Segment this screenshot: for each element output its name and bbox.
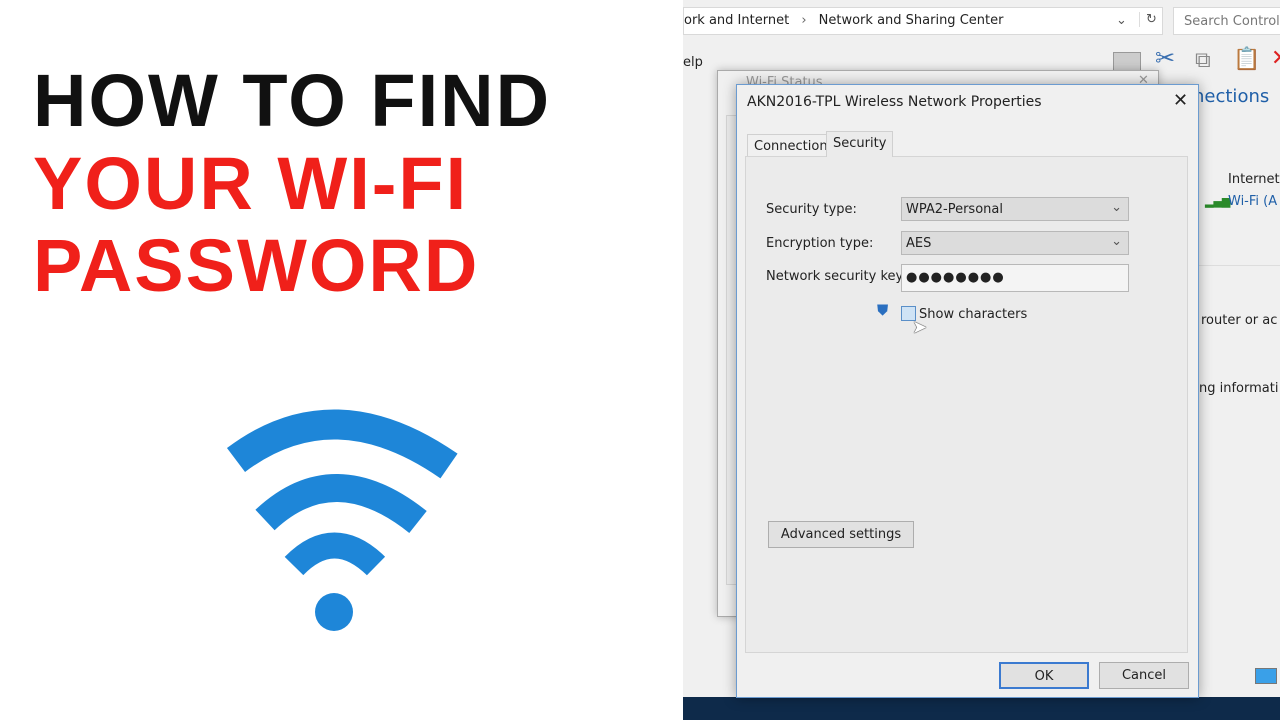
connections-link[interactable]: nections — [1193, 86, 1269, 107]
taskbar — [683, 697, 1280, 720]
wifi-arc-inner — [284, 532, 386, 576]
uac-shield-icon: ⛊ — [877, 301, 889, 319]
chevron-down-icon: ⌄ — [1111, 200, 1122, 215]
encryption-type-label: Encryption type: — [766, 236, 874, 251]
thumbnail-panel: HOW TO FIND YOUR WI-FI PASSWORD — [0, 0, 683, 720]
chevron-down-icon: ⌄ — [1111, 234, 1122, 249]
wifi-dot — [315, 593, 353, 631]
menu-help[interactable]: elp — [683, 55, 703, 70]
ok-button[interactable]: OK — [999, 662, 1089, 689]
tab-security[interactable]: Security — [826, 131, 894, 157]
network-sharing-center-window: ork and Internet › Network and Sharing C… — [683, 0, 1280, 720]
breadcrumb-item[interactable]: Network and Sharing Center — [819, 13, 1004, 28]
address-bar[interactable]: ork and Internet › Network and Sharing C… — [683, 7, 1163, 35]
wireless-properties-dialog: AKN2016-TPL Wireless Network Properties … — [736, 84, 1199, 698]
network-status-icon[interactable] — [1255, 668, 1277, 684]
delete-icon[interactable]: ✕ — [1271, 46, 1280, 71]
tab-connection[interactable]: Connection — [747, 134, 835, 157]
search-input[interactable]: Search Control — [1173, 7, 1280, 35]
security-type-value: WPA2-Personal — [906, 202, 1003, 217]
signal-icon: ▂▄▆ — [1205, 195, 1231, 208]
body-text: ng informati — [1199, 381, 1279, 396]
security-type-select[interactable]: WPA2-Personal ⌄ — [901, 197, 1129, 221]
internet-label: Internet — [1228, 172, 1280, 187]
network-key-input[interactable]: ●●●●●●●● — [901, 264, 1129, 292]
network-key-label: Network security key — [766, 269, 904, 284]
advanced-settings-button[interactable]: Advanced settings — [768, 521, 914, 548]
encryption-type-value: AES — [906, 236, 932, 251]
chevron-down-icon[interactable]: ⌄ — [1116, 13, 1127, 28]
encryption-type-select[interactable]: AES ⌄ — [901, 231, 1129, 255]
copy-icon[interactable]: ⧉ — [1195, 48, 1211, 73]
cut-icon[interactable]: ✂ — [1155, 44, 1175, 72]
security-type-label: Security type: — [766, 202, 857, 217]
dialog-title: AKN2016-TPL Wireless Network Properties — [747, 94, 1042, 110]
wifi-connection-link[interactable]: Wi-Fi (A — [1228, 194, 1277, 209]
refresh-icon[interactable]: ↻ — [1139, 12, 1157, 27]
body-text: router or ac — [1201, 313, 1278, 328]
mouse-cursor-icon: ➤ — [912, 317, 928, 338]
breadcrumb-separator: › — [801, 13, 807, 28]
show-characters-label[interactable]: Show characters — [919, 307, 1027, 322]
wifi-arc-middle — [255, 474, 427, 534]
cancel-button[interactable]: Cancel — [1099, 662, 1189, 689]
paste-icon[interactable]: 📋 — [1233, 47, 1260, 72]
view-icon[interactable] — [1113, 52, 1141, 72]
breadcrumb-item[interactable]: ork and Internet — [684, 13, 789, 28]
close-icon[interactable]: ✕ — [1173, 90, 1188, 111]
wifi-arc-outer — [226, 409, 458, 479]
wifi-icon — [226, 409, 458, 631]
divider — [1193, 265, 1280, 266]
security-tab-panel: Security type: WPA2-Personal ⌄ Encryption… — [745, 156, 1188, 653]
